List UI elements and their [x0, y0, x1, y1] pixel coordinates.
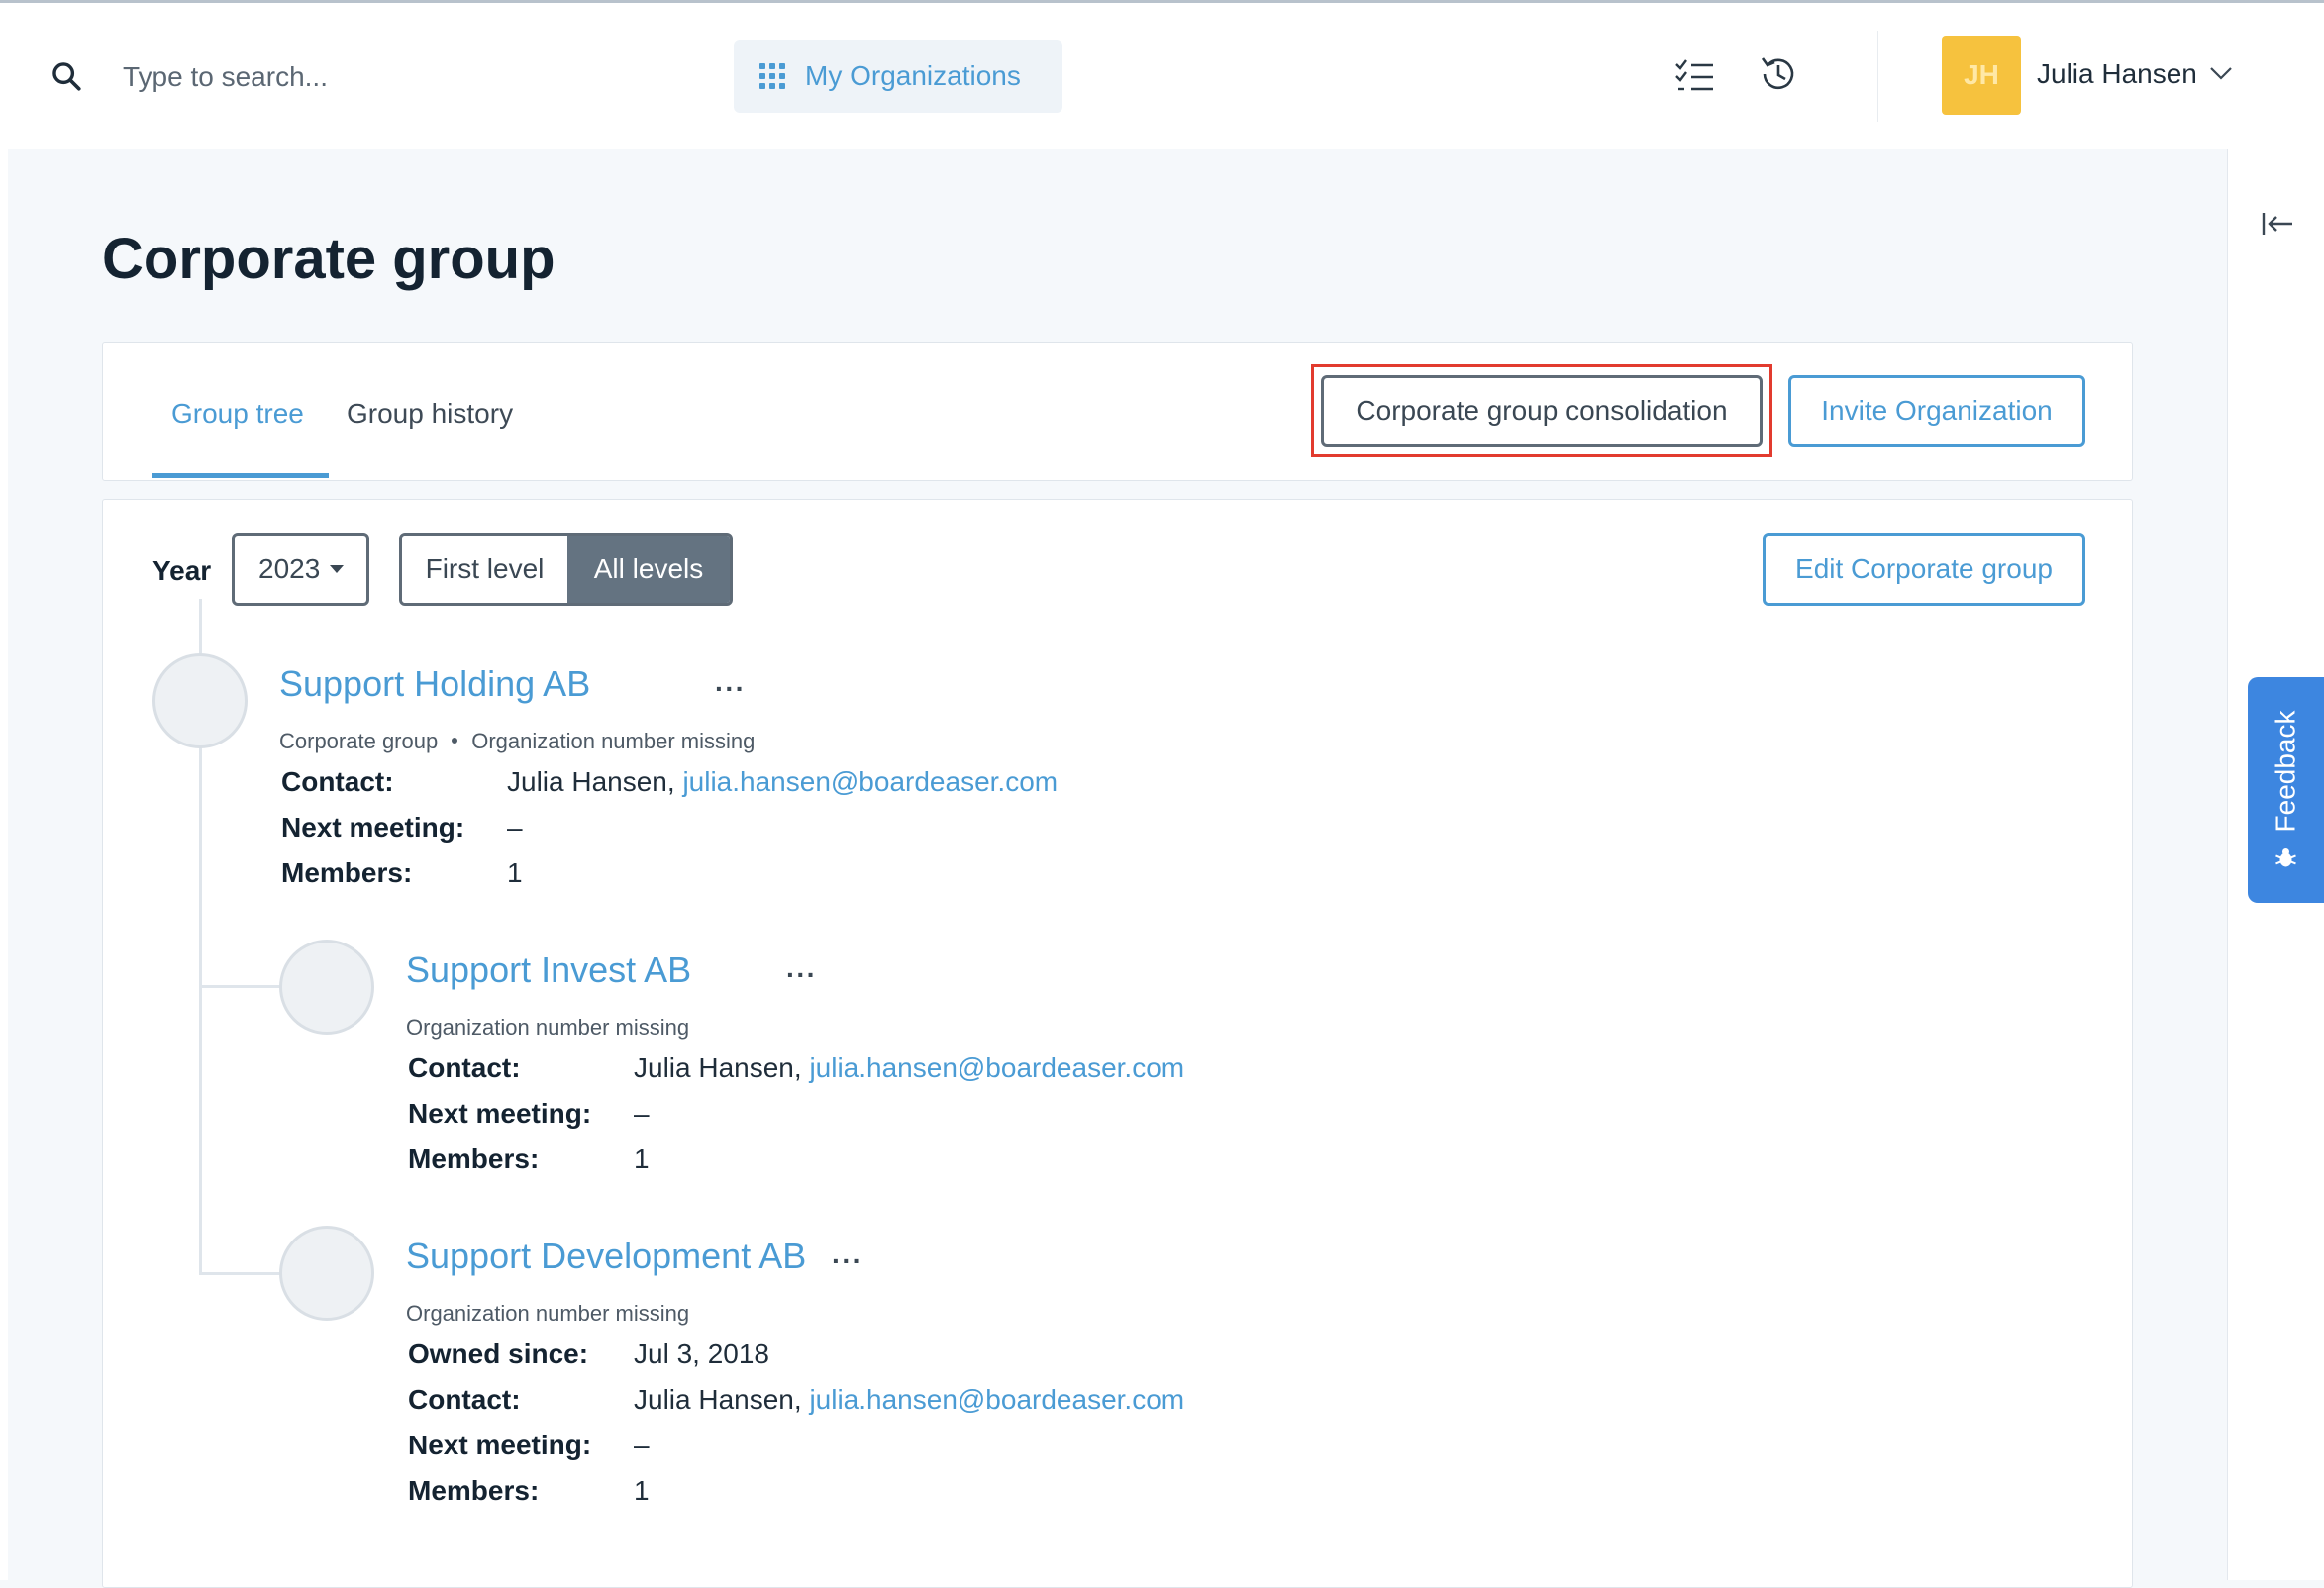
bug-icon [2275, 847, 2296, 867]
tabs-card: Group tree Group history Corporate group… [102, 342, 2133, 481]
org-logo [279, 1226, 374, 1321]
org-number: Organization number missing [406, 1015, 690, 1040]
caret-down-icon [330, 565, 345, 573]
more-options-icon[interactable]: ··· [786, 959, 817, 991]
chevron-down-icon[interactable] [2208, 64, 2234, 82]
apps-grid-icon [759, 63, 785, 89]
feedback-label: Feedback [2270, 710, 2301, 833]
contact-email-link[interactable]: julia.hansen@boardeaser.com [682, 766, 1058, 797]
group-tree-panel: Year 2023 First level All levels Edit Co… [102, 499, 2133, 1588]
org-name-link[interactable]: Support Holding AB [279, 663, 590, 705]
contact-email-link[interactable]: julia.hansen@boardeaser.com [809, 1384, 1184, 1415]
my-organizations-label: My Organizations [805, 60, 1021, 91]
org-meta: Corporate group Organization number missi… [279, 729, 755, 754]
org-number: Organization number missing [406, 1301, 690, 1326]
corporate-group-consolidation-button[interactable]: Corporate group consolidation [1321, 375, 1763, 447]
page-title: Corporate group [102, 227, 556, 291]
user-name[interactable]: Julia Hansen [2037, 58, 2197, 90]
org-number: Organization number missing [471, 729, 756, 753]
org-logo [279, 940, 374, 1035]
my-organizations-button[interactable]: My Organizations [734, 40, 1062, 113]
tab-group-history[interactable]: Group history [347, 398, 513, 430]
more-options-icon[interactable]: ··· [832, 1245, 862, 1277]
search-input[interactable] [123, 52, 638, 102]
history-icon[interactable] [1757, 52, 1800, 96]
top-bar: My Organizations JH Julia Hansen [0, 3, 2324, 149]
year-label: Year [152, 555, 212, 586]
year-select[interactable]: 2023 [232, 533, 369, 606]
org-name-link[interactable]: Support Invest AB [406, 949, 691, 991]
tree-connector-branch [199, 1272, 286, 1275]
more-options-icon[interactable]: ··· [715, 673, 746, 705]
org-name-link[interactable]: Support Development AB [406, 1236, 806, 1277]
level-toggle: First level All levels [399, 533, 733, 606]
org-meta: Organization number missing [406, 1015, 689, 1041]
active-tab-indicator [152, 473, 329, 478]
first-level-option[interactable]: First level [402, 536, 567, 603]
all-levels-option[interactable]: All levels [567, 536, 730, 603]
left-edge [0, 149, 8, 1580]
year-value: 2023 [258, 553, 321, 584]
topbar-divider [1877, 31, 1878, 122]
invite-organization-button[interactable]: Invite Organization [1788, 375, 2085, 447]
collapse-panel-icon[interactable] [2260, 209, 2295, 239]
contact-email-link[interactable]: julia.hansen@boardeaser.com [809, 1052, 1184, 1083]
search-icon[interactable] [50, 59, 83, 93]
avatar[interactable]: JH [1942, 36, 2021, 115]
tab-group-tree[interactable]: Group tree [171, 398, 304, 430]
org-meta: Organization number missing [406, 1301, 689, 1327]
feedback-tab[interactable]: Feedback [2248, 677, 2324, 903]
org-tag: Corporate group [279, 729, 439, 753]
tree-connector-branch [199, 985, 286, 988]
task-list-icon[interactable] [1673, 57, 1717, 97]
org-logo [152, 653, 248, 748]
edit-corporate-group-button[interactable]: Edit Corporate group [1763, 533, 2085, 606]
